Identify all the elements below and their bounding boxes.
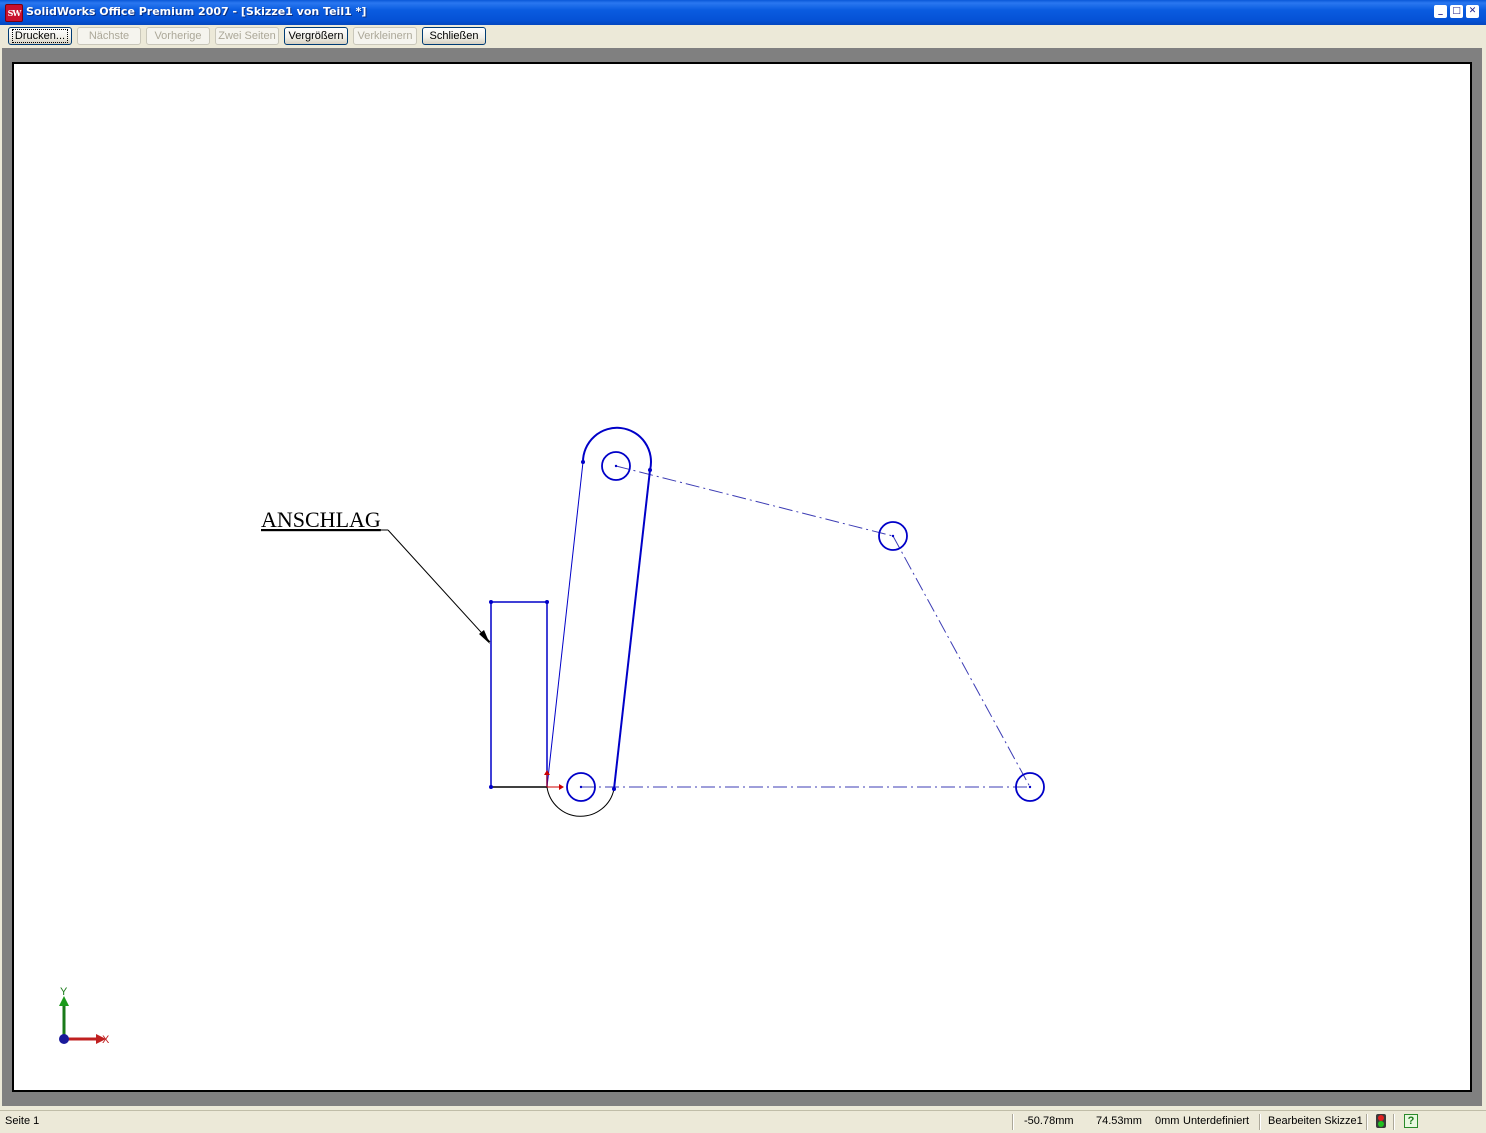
triad-x-label: X (102, 1034, 110, 1046)
previous-page-label: Vorherige (154, 30, 202, 42)
previous-page-button[interactable]: Vorherige (146, 27, 210, 45)
help-icon[interactable]: ? (1404, 1114, 1418, 1128)
zoom-in-label: Vergrößern (288, 30, 344, 42)
minimize-button[interactable]: _ (1434, 5, 1447, 18)
status-separator (1366, 1114, 1368, 1130)
note-leader-line (387, 529, 491, 643)
triad-y-label: Y (60, 986, 68, 998)
status-bar: Seite 1 -50.78mm 74.53mm 0mm Unterdefini… (0, 1110, 1486, 1133)
coordinate-triad: Y X (59, 986, 110, 1046)
status-page: Seite 1 (5, 1115, 40, 1127)
centerline-top[interactable] (615, 465, 894, 537)
close-icon: ✕ (1468, 6, 1477, 16)
status-separator (1259, 1114, 1261, 1130)
note-anschlag[interactable]: ANSCHLAG (261, 507, 381, 532)
close-preview-label: Schließen (429, 30, 479, 42)
status-x-coordinate: -50.78mm (1024, 1115, 1074, 1127)
minimize-icon: _ (1438, 6, 1443, 16)
origin-marker[interactable] (544, 770, 564, 790)
title-bar[interactable]: SW SolidWorks Office Premium 2007 - [Ski… (0, 0, 1486, 26)
preview-page[interactable]: ANSCHLAG Y X (12, 62, 1472, 1092)
print-button-label: Drucken... (11, 29, 69, 43)
zoom-out-label: Verkleinern (357, 30, 413, 42)
status-y-coordinate: 74.53mm (1096, 1115, 1142, 1127)
next-page-label: Nächste (88, 30, 130, 42)
status-definition-state: Unterdefiniert (1183, 1115, 1250, 1127)
close-preview-button[interactable]: Schließen (422, 27, 486, 45)
link-left-edge[interactable] (546, 461, 584, 788)
sketch-points (489, 460, 1032, 791)
solidworks-app-icon[interactable]: SW (5, 4, 23, 22)
link-right-edge[interactable] (613, 469, 651, 790)
next-page-button[interactable]: Nächste (77, 27, 141, 45)
sketch-canvas[interactable]: ANSCHLAG Y X (14, 64, 1470, 1090)
two-pages-label: Zwei Seiten (218, 30, 276, 42)
zoom-in-button[interactable]: Vergrößern (284, 27, 348, 45)
print-button[interactable]: Drucken... (8, 27, 72, 45)
status-z-coordinate: 0mm (1155, 1115, 1180, 1127)
status-separator (1393, 1114, 1395, 1130)
maximize-button[interactable]: □ (1450, 5, 1463, 18)
close-window-button[interactable]: ✕ (1466, 5, 1479, 18)
window-title: SolidWorks Office Premium 2007 - [Skizze… (26, 5, 367, 18)
two-pages-button[interactable]: Zwei Seiten (215, 27, 279, 45)
status-separator (1012, 1114, 1014, 1130)
rebuild-traffic-light-icon[interactable] (1376, 1114, 1386, 1128)
link-top-arc[interactable] (581, 426, 652, 471)
print-preview-area[interactable]: ANSCHLAG Y X (2, 48, 1482, 1106)
print-preview-toolbar: Drucken... Nächste Vorherige Zwei Seiten… (0, 25, 1486, 47)
status-edit-mode: Bearbeiten Skizze1 (1268, 1115, 1363, 1127)
zoom-out-button[interactable]: Verkleinern (353, 27, 417, 45)
maximize-icon: □ (1452, 6, 1461, 16)
centerline-side[interactable] (892, 535, 1031, 788)
